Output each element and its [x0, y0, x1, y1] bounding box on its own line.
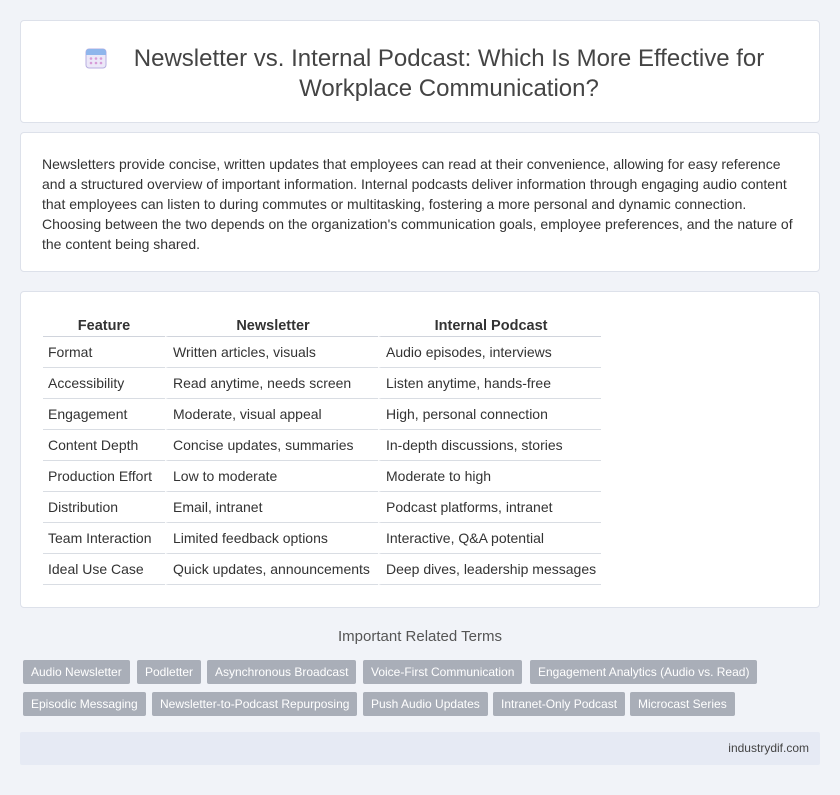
tag-push-audio-updates[interactable]: Push Audio Updates [363, 692, 488, 716]
tag-episodic-messaging[interactable]: Episodic Messaging [23, 692, 146, 716]
table-row: Engagement Moderate, visual appeal High,… [43, 399, 602, 430]
comparison-table: Feature Newsletter Internal Podcast Form… [43, 316, 602, 585]
table-cell: Read anytime, needs screen [165, 368, 378, 399]
calendar-icon [85, 48, 107, 69]
page-title: Newsletter vs. Internal Podcast: Which I… [133, 45, 765, 102]
table-cell: Accessibility [43, 368, 165, 399]
table-row: Accessibility Read anytime, needs screen… [43, 368, 602, 399]
table-row: Ideal Use Case Quick updates, announceme… [43, 554, 602, 585]
table-cell: Limited feedback options [165, 523, 378, 554]
table-cell: Email, intranet [165, 492, 378, 523]
table-cell: Ideal Use Case [43, 554, 165, 585]
table-cell: Moderate to high [378, 461, 602, 492]
column-header-podcast: Internal Podcast [378, 316, 602, 337]
tag-podletter[interactable]: Podletter [137, 660, 202, 684]
related-terms-title: Important Related Terms [338, 628, 502, 645]
table-row: Format Written articles, visuals Audio e… [43, 337, 602, 368]
table-cell: Concise updates, summaries [165, 430, 378, 461]
table-cell: Distribution [43, 492, 165, 523]
table-header-row: Feature Newsletter Internal Podcast [43, 316, 602, 337]
table-cell: Podcast platforms, intranet [378, 492, 602, 523]
table-cell: Listen anytime, hands-free [378, 368, 602, 399]
table-cell: Moderate, visual appeal [165, 399, 378, 430]
table-cell: Deep dives, leadership messages [378, 554, 602, 585]
footer-site-link[interactable]: industrydif.com [728, 741, 809, 755]
header-card: Newsletter vs. Internal Podcast: Which I… [20, 20, 820, 123]
table-row: Production Effort Low to moderate Modera… [43, 461, 602, 492]
table-row: Team Interaction Limited feedback option… [43, 523, 602, 554]
tag-asynchronous-broadcast[interactable]: Asynchronous Broadcast [207, 660, 357, 684]
tag-audio-newsletter[interactable]: Audio Newsletter [23, 660, 130, 684]
table-cell: Production Effort [43, 461, 165, 492]
table-row: Distribution Email, intranet Podcast pla… [43, 492, 602, 523]
table-cell: Interactive, Q&A potential [378, 523, 602, 554]
table-cell: In-depth discussions, stories [378, 430, 602, 461]
table-cell: High, personal connection [378, 399, 602, 430]
table-row: Content Depth Concise updates, summaries… [43, 430, 602, 461]
tag-voice-first-communication[interactable]: Voice-First Communication [363, 660, 523, 684]
table-cell: Team Interaction [43, 523, 165, 554]
column-header-feature: Feature [43, 316, 165, 337]
tag-engagement-analytics[interactable]: Engagement Analytics (Audio vs. Read) [530, 660, 758, 684]
intro-paragraph: Newsletters provide concise, written upd… [42, 156, 793, 252]
table-cell: Low to moderate [165, 461, 378, 492]
table-cell: Audio episodes, interviews [378, 337, 602, 368]
intro-card: Newsletters provide concise, written upd… [20, 132, 820, 272]
tag-intranet-only-podcast[interactable]: Intranet-Only Podcast [493, 692, 626, 716]
comparison-card: Feature Newsletter Internal Podcast Form… [20, 291, 820, 608]
table-cell: Format [43, 337, 165, 368]
tag-newsletter-to-podcast[interactable]: Newsletter-to-Podcast Repurposing [152, 692, 358, 716]
column-header-newsletter: Newsletter [165, 316, 378, 337]
table-cell: Content Depth [43, 430, 165, 461]
footer: industrydif.com [20, 732, 820, 765]
table-cell: Written articles, visuals [165, 337, 378, 368]
table-cell: Quick updates, announcements [165, 554, 378, 585]
tag-microcast-series[interactable]: Microcast Series [630, 692, 735, 716]
table-cell: Engagement [43, 399, 165, 430]
